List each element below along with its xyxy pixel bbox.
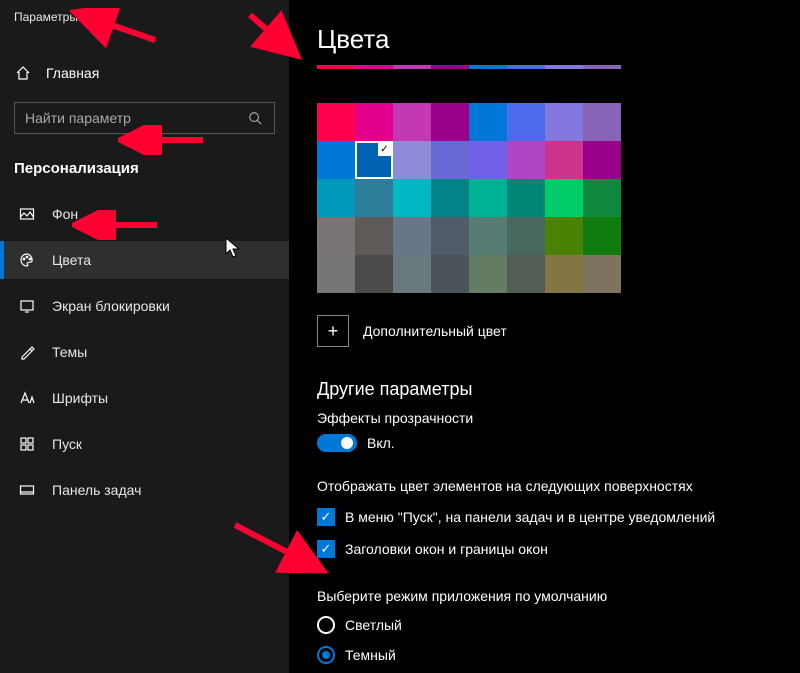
surface-checkbox-start[interactable]: ✓ В меню "Пуск", на панели задач и в цен… (317, 508, 800, 526)
sidebar-item-fonts[interactable]: Шрифты (0, 379, 289, 417)
taskbar-icon (18, 481, 36, 499)
color-swatch[interactable] (431, 141, 469, 179)
sidebar-item-themes[interactable]: Темы (0, 333, 289, 371)
color-swatch[interactable] (545, 255, 583, 293)
color-swatch[interactable] (355, 255, 393, 293)
color-swatch[interactable] (317, 141, 355, 179)
surface-label: В меню "Пуск", на панели задач и в центр… (345, 509, 715, 525)
search-input[interactable]: Найти параметр (14, 102, 275, 134)
color-swatch[interactable] (317, 179, 355, 217)
home-button[interactable]: Главная (0, 54, 289, 92)
color-swatch[interactable] (393, 141, 431, 179)
mode-label: Светлый (345, 617, 402, 633)
color-swatch[interactable] (393, 217, 431, 255)
themes-icon (18, 343, 36, 361)
surface-label: Заголовки окон и границы окон (345, 541, 548, 557)
color-swatch[interactable] (469, 103, 507, 141)
sidebar-item-label: Темы (52, 344, 87, 360)
lockscreen-icon (18, 297, 36, 315)
sidebar-item-lockscreen[interactable]: Экран блокировки (0, 287, 289, 325)
sidebar-item-colors[interactable]: Цвета (0, 241, 289, 279)
checkbox-checked-icon: ✓ (317, 508, 335, 526)
color-swatch[interactable] (583, 103, 621, 141)
color-swatch[interactable] (545, 103, 583, 141)
radio-checked-icon (317, 646, 335, 664)
sidebar-item-label: Экран блокировки (52, 298, 170, 314)
window-title: Параметры (0, 0, 289, 28)
color-swatch[interactable] (469, 141, 507, 179)
custom-color-button[interactable]: + Дополнительный цвет (317, 315, 800, 347)
start-icon (18, 435, 36, 453)
mode-radio-light[interactable]: Светлый (317, 616, 800, 634)
color-swatch[interactable] (545, 179, 583, 217)
color-swatch[interactable] (545, 141, 583, 179)
color-swatch[interactable] (393, 255, 431, 293)
home-label: Главная (46, 65, 99, 81)
sidebar-item-background[interactable]: Фон (0, 195, 289, 233)
sidebar-item-label: Панель задач (52, 482, 141, 498)
color-swatch[interactable] (317, 255, 355, 293)
color-swatch[interactable] (583, 217, 621, 255)
color-swatch[interactable] (431, 103, 469, 141)
color-swatch[interactable] (507, 255, 545, 293)
color-swatch[interactable] (469, 179, 507, 217)
color-swatch[interactable] (545, 217, 583, 255)
sidebar-item-label: Шрифты (52, 390, 108, 406)
radio-unchecked-icon (317, 616, 335, 634)
picture-icon (18, 205, 36, 223)
surfaces-title: Отображать цвет элементов на следующих п… (317, 478, 800, 494)
color-swatch[interactable] (355, 141, 393, 179)
color-swatch[interactable] (469, 255, 507, 293)
color-swatch[interactable] (317, 217, 355, 255)
sidebar-item-label: Фон (52, 206, 78, 222)
plus-icon: + (317, 315, 349, 347)
section-title: Персонализация (0, 144, 289, 187)
color-grid (317, 65, 621, 293)
sidebar-item-taskbar[interactable]: Панель задач (0, 471, 289, 509)
color-swatch[interactable] (583, 179, 621, 217)
mode-label: Темный (345, 647, 396, 663)
color-swatch[interactable] (507, 141, 545, 179)
color-swatch[interactable] (393, 103, 431, 141)
color-swatch[interactable] (317, 103, 355, 141)
transparency-label: Эффекты прозрачности (317, 410, 800, 426)
sidebar-item-start[interactable]: Пуск (0, 425, 289, 463)
color-swatch[interactable] (431, 179, 469, 217)
transparency-toggle[interactable] (317, 434, 357, 452)
palette-icon (18, 251, 36, 269)
page-title: Цвета (317, 24, 800, 55)
color-swatch[interactable] (355, 217, 393, 255)
search-placeholder: Найти параметр (25, 110, 131, 126)
checkbox-checked-icon: ✓ (317, 540, 335, 558)
transparency-value: Вкл. (367, 435, 395, 451)
home-icon (14, 64, 32, 82)
search-icon (246, 109, 264, 127)
color-swatch[interactable] (507, 217, 545, 255)
mode-radio-dark[interactable]: Темный (317, 646, 800, 664)
sidebar-item-label: Пуск (52, 436, 82, 452)
sidebar: Параметры Главная Найти параметр Персона… (0, 0, 289, 673)
color-swatch[interactable] (583, 255, 621, 293)
sidebar-item-label: Цвета (52, 252, 91, 268)
color-swatch[interactable] (355, 179, 393, 217)
content-panel: Цвета + Дополнительный цвет Другие парам… (289, 0, 800, 673)
color-swatch[interactable] (507, 103, 545, 141)
app-mode-title: Выберите режим приложения по умолчанию (317, 588, 800, 604)
color-swatch[interactable] (431, 255, 469, 293)
color-swatch[interactable] (355, 103, 393, 141)
color-swatch[interactable] (507, 179, 545, 217)
other-params-heading: Другие параметры (317, 379, 800, 400)
color-swatch[interactable] (583, 141, 621, 179)
color-swatch[interactable] (431, 217, 469, 255)
color-swatch[interactable] (393, 179, 431, 217)
fonts-icon (18, 389, 36, 407)
surface-checkbox-titlebars[interactable]: ✓ Заголовки окон и границы окон (317, 540, 800, 558)
color-swatch[interactable] (469, 217, 507, 255)
custom-color-label: Дополнительный цвет (363, 323, 507, 339)
